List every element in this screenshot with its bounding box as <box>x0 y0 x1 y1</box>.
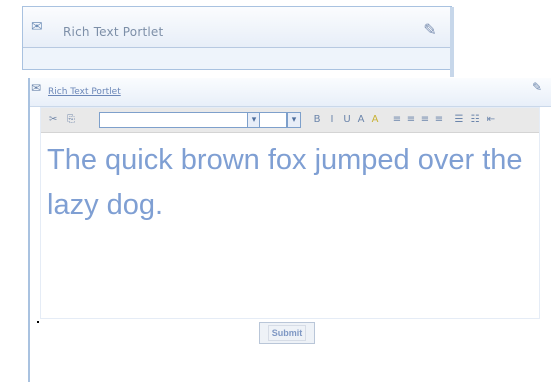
top-portlet: ✉ Rich Text Portlet ✎ <box>22 6 454 77</box>
highlight-color-icon[interactable]: A <box>369 113 381 127</box>
bold-icon[interactable]: B <box>311 113 323 127</box>
justify-icon[interactable]: ≡ <box>433 113 445 127</box>
size-select[interactable] <box>259 112 287 128</box>
submit-button[interactable]: Submit <box>259 322 315 344</box>
portlet-icon: ✉ <box>31 81 42 95</box>
editor-toolbar: ✂ ⎘ ▾ ▾ B I U A A ≡ ≡ ≡ ≡ ☰ ☷ ⇤ <box>41 108 539 133</box>
font-select[interactable] <box>99 112 249 128</box>
portlet-icon: ✉ <box>31 19 43 35</box>
settings-icon[interactable]: ✎ <box>421 21 439 39</box>
main-portlet-title[interactable]: Rich Text Portlet <box>48 87 121 97</box>
outdent-icon[interactable]: ⇤ <box>485 113 497 127</box>
margin-dot <box>37 321 39 323</box>
size-dropdown-button[interactable]: ▾ <box>287 112 301 128</box>
bullet-list-icon[interactable]: ☰ <box>453 113 465 127</box>
numbered-list-icon[interactable]: ☷ <box>469 113 481 127</box>
align-left-icon[interactable]: ≡ <box>391 113 403 127</box>
align-right-icon[interactable]: ≡ <box>419 113 431 127</box>
font-color-icon[interactable]: A <box>355 113 367 127</box>
underline-icon[interactable]: U <box>341 113 353 127</box>
rich-text-editor[interactable]: ✂ ⎘ ▾ ▾ B I U A A ≡ ≡ ≡ ≡ ☰ ☷ ⇤ The quic… <box>40 107 540 319</box>
top-portlet-titlebar: ✉ Rich Text Portlet ✎ <box>23 7 451 48</box>
top-portlet-title: Rich Text Portlet <box>63 25 164 39</box>
top-portlet-edge <box>450 7 454 77</box>
align-center-icon[interactable]: ≡ <box>405 113 417 127</box>
cut-icon[interactable]: ✂ <box>49 113 57 127</box>
main-portlet-titlebar: ✉ Rich Text Portlet ✎ <box>30 78 551 107</box>
submit-button-label: Submit <box>267 325 307 341</box>
italic-icon[interactable]: I <box>326 113 338 127</box>
copy-icon[interactable]: ⎘ <box>67 113 75 127</box>
settings-icon[interactable]: ✎ <box>532 80 544 94</box>
editor-content[interactable]: The quick brown fox jumped over the lazy… <box>47 138 527 248</box>
